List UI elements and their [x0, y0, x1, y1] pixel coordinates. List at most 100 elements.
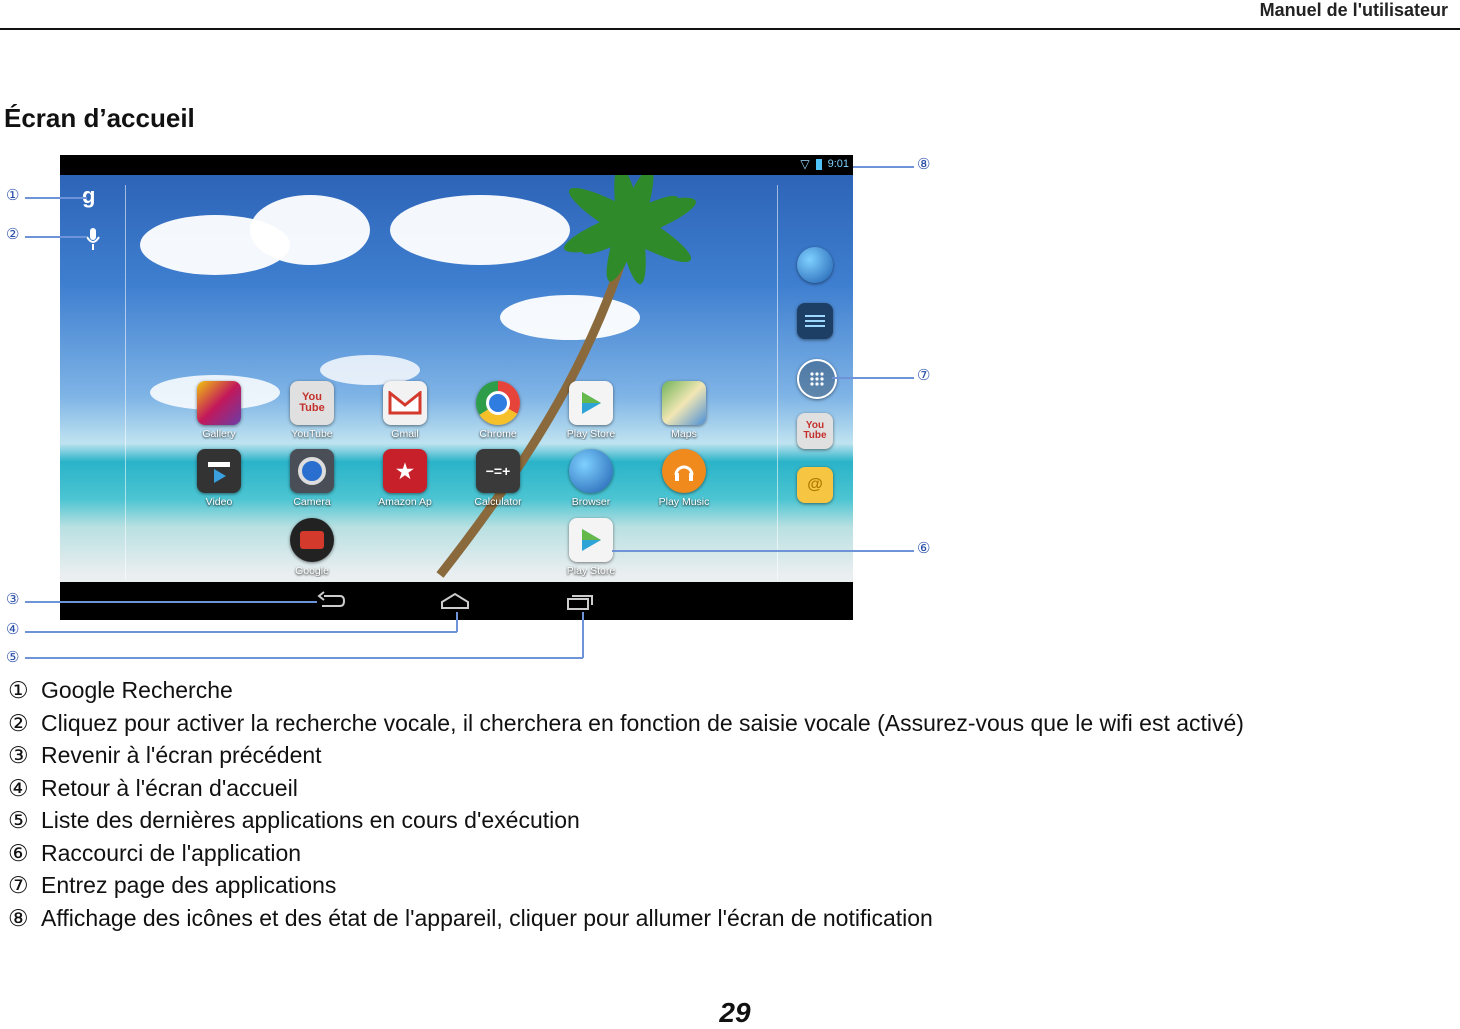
app-chrome[interactable]: Chrome [463, 381, 533, 440]
app-label: Play Music [658, 496, 710, 508]
gallery-icon [197, 381, 241, 425]
legend-item: ① Google Recherche [8, 674, 1244, 707]
app-label: Play Store [566, 565, 616, 577]
app-gmail[interactable]: Gmail [370, 381, 440, 440]
callout-line [25, 236, 87, 238]
app-calculator[interactable]: −=+ Calculator [463, 449, 533, 508]
camera-icon [290, 449, 334, 493]
app-label: YouTube [291, 428, 333, 440]
app-google-folder[interactable]: Google [277, 518, 347, 577]
legend-text: Cliquez pour activer la recherche vocale… [41, 709, 1244, 736]
browser-icon [569, 449, 613, 493]
app-label: Maps [671, 428, 697, 440]
app-gallery[interactable]: Gallery [184, 381, 254, 440]
app-video[interactable]: Video [184, 449, 254, 508]
callout-1: ① [6, 187, 20, 204]
page-number: 29 [719, 997, 751, 1028]
video-icon [197, 449, 241, 493]
dock-youtube-icon[interactable]: You Tube [797, 413, 833, 449]
calculator-icon: −=+ [476, 449, 520, 493]
google-folder-icon [290, 518, 334, 562]
app-label: Play Store [566, 428, 616, 440]
legend-text: Entrez page des applications [41, 872, 337, 898]
search-divider [125, 185, 126, 580]
dock-divider [777, 185, 778, 580]
callout-line [25, 601, 317, 603]
gmail-icon [383, 381, 427, 425]
legend-number: ⑥ [8, 839, 29, 866]
callout-6: ⑥ [917, 540, 931, 557]
callout-2: ② [6, 226, 20, 243]
app-browser[interactable]: Browser [556, 449, 626, 508]
back-button-icon[interactable] [316, 590, 346, 612]
callout-line [582, 612, 584, 658]
app-play-store[interactable]: Play Store [556, 381, 626, 440]
callout-4: ④ [6, 621, 20, 638]
app-label: Browser [571, 496, 611, 508]
app-camera[interactable]: Camera [277, 449, 347, 508]
legend-number: ⑧ [8, 904, 29, 931]
legend-text: Affichage des icônes et des état de l'ap… [41, 904, 933, 931]
app-amazon[interactable]: ★ Amazon Ap [370, 449, 440, 508]
legend-item: ④ Retour à l'écran d'accueil [8, 772, 1244, 805]
legend-text: Liste des dernières applications en cour… [41, 807, 580, 833]
callout-7: ⑦ [917, 367, 931, 384]
app-label: Video [205, 496, 233, 508]
app-label: Gallery [202, 428, 236, 440]
google-search-icon[interactable]: g [82, 183, 95, 209]
legend-item: ② Cliquez pour activer la recherche vocal… [8, 707, 1244, 740]
dock-email-icon[interactable]: @ [797, 467, 833, 503]
callout-line [612, 550, 914, 552]
legend-text: Retour à l'écran d'accueil [41, 774, 298, 801]
amazon-app-icon: ★ [383, 449, 427, 493]
legend-number: ⑦ [8, 872, 29, 898]
legend-text: Revenir à l'écran précédent [41, 742, 322, 768]
callout-8: ⑧ [917, 156, 931, 173]
legend-item: ⑦ Entrez page des applications [8, 869, 1244, 902]
app-label: Amazon Ap [378, 496, 432, 508]
app-play-music[interactable]: Play Music [649, 449, 719, 508]
battery-icon [815, 158, 822, 170]
legend-item: ⑧ Affichage des icônes et des état de l'a… [8, 902, 1244, 935]
callout-line [25, 197, 87, 199]
cloud [250, 195, 370, 265]
maps-icon [662, 381, 706, 425]
wifi-icon: ▽ [800, 157, 810, 171]
callout-3: ③ [6, 591, 20, 608]
play-store-icon [569, 518, 613, 562]
play-store-icon [569, 381, 613, 425]
app-play-store-shortcut[interactable]: Play Store [556, 518, 626, 577]
youtube-icon: You Tube [290, 381, 334, 425]
app-label: Chrome [479, 428, 517, 440]
microphone-icon[interactable] [86, 227, 100, 251]
chrome-icon [476, 381, 520, 425]
header-rule [0, 28, 1460, 30]
app-label: Camera [293, 496, 331, 508]
app-maps[interactable]: Maps [649, 381, 719, 440]
legend-list: ① Google Recherche ② Cliquez pour activer … [8, 674, 1244, 934]
home-button-icon[interactable] [440, 590, 470, 612]
callout-line [25, 657, 583, 659]
legend-item: ⑤ Liste des dernières applications en cou… [8, 804, 1244, 837]
callout-line [832, 377, 914, 379]
legend-item: ⑥ Raccourci de l'application [8, 837, 1244, 870]
legend-number: ① [8, 677, 29, 703]
status-bar[interactable]: ▽ 9:01 [60, 155, 853, 175]
all-apps-icon[interactable] [797, 359, 837, 399]
callout-5: ⑤ [6, 649, 20, 666]
app-label: Google [295, 565, 329, 577]
app-label: Gmail [391, 428, 419, 440]
legend-text: Raccourci de l'application [41, 839, 302, 866]
dock-browser-icon[interactable] [797, 247, 833, 283]
status-time: 9:01 [827, 158, 849, 170]
legend-number: ② [8, 709, 29, 736]
legend-number: ⑤ [8, 807, 29, 833]
recent-apps-button-icon[interactable] [564, 590, 594, 612]
app-youtube[interactable]: You Tube YouTube [277, 381, 347, 440]
dock-settings-icon[interactable] [797, 303, 833, 339]
header-title: Manuel de l'utilisateur [1259, 0, 1448, 20]
legend-text: Google Recherche [41, 677, 233, 703]
legend-number: ④ [8, 774, 29, 801]
play-music-icon [662, 449, 706, 493]
callout-line [456, 612, 458, 632]
